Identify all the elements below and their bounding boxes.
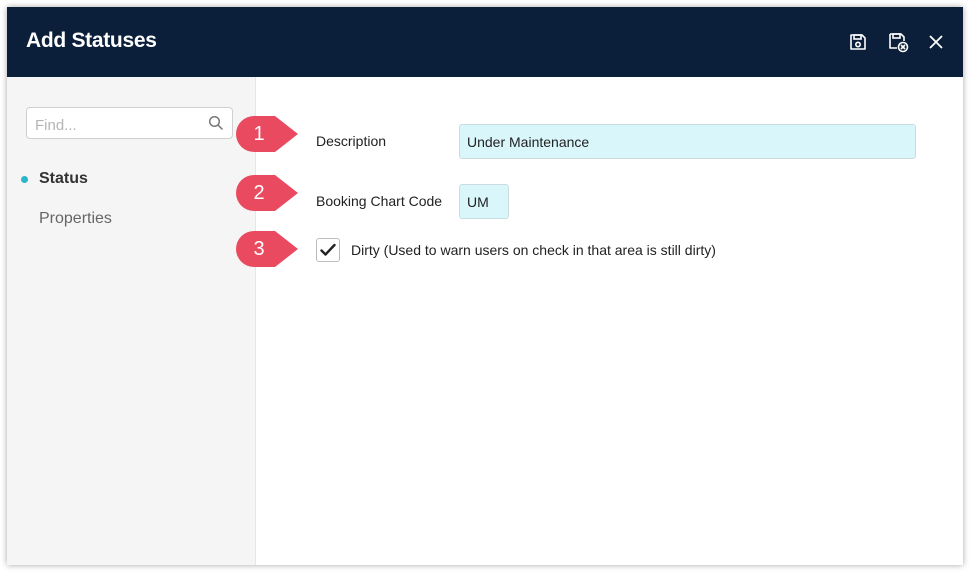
booking-chart-code-field[interactable]: UM [459,184,509,219]
search-icon[interactable] [208,115,224,136]
save-close-icon[interactable] [887,31,909,53]
active-indicator-dot [21,176,28,183]
sidebar-item-status[interactable]: Status [39,170,88,188]
sidebar: Status Properties [7,77,256,565]
main-form: 1 Description Under Maintenance 2 Bookin… [236,77,963,565]
save-icon[interactable] [847,31,869,53]
close-icon[interactable] [925,31,947,53]
find-input[interactable] [33,114,207,136]
dialog-header: Add Statuses [7,7,963,77]
description-field[interactable]: Under Maintenance [459,124,916,159]
callout-number-3: 3 [253,237,265,260]
booking-chart-code-label: Booking Chart Code [316,193,443,209]
callout-number-1: 1 [253,122,265,145]
checkmark-icon [320,243,336,256]
callout-number-2: 2 [253,181,265,204]
dialog-title: Add Statuses [26,29,157,52]
sidebar-item-properties[interactable]: Properties [39,210,112,228]
dirty-label: Dirty (Used to warn users on check in th… [351,242,716,258]
add-statuses-dialog: Add Statuses Find... Status Properties 1… [7,7,963,565]
description-label: Description [316,133,387,149]
find-box [26,107,233,139]
dirty-checkbox[interactable] [316,238,340,262]
